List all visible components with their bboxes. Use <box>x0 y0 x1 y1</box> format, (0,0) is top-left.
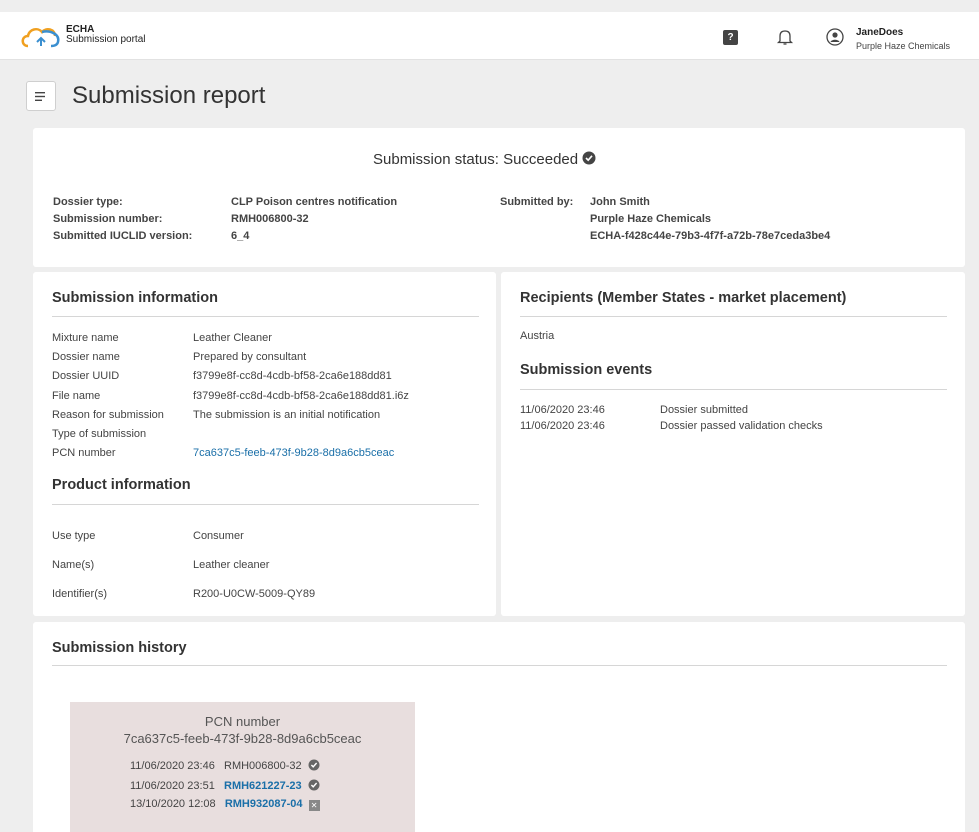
x-box-icon: ✕ <box>308 800 320 811</box>
product-value: Leather cleaner <box>193 559 270 571</box>
user-name[interactable]: JaneDoes <box>856 27 903 38</box>
iuclid-version-value: 6_4 <box>231 230 250 242</box>
product-info-labels: Use type Name(s) Identifier(s) <box>52 522 107 609</box>
top-bar: ECHA Submission portal ? JaneDoes Purple… <box>0 12 979 60</box>
help-icon[interactable]: ? <box>723 30 738 45</box>
status-left-labels: Dossier type: Submission number: Submitt… <box>53 194 192 245</box>
info-value: f3799e8f-cc8d-4cdb-bf58-2ca6e188dd81.i6z <box>193 389 409 402</box>
submitter-uuid: ECHA-f428c44e-79b3-4f7f-a72b-78e7ceda3be… <box>590 230 831 242</box>
product-label: Name(s) <box>52 559 95 571</box>
side-menu-button[interactable] <box>26 81 56 111</box>
submission-number-value: RMH006800-32 <box>231 213 309 225</box>
divider <box>52 504 479 505</box>
product-label: Use type <box>52 530 96 542</box>
status-left-values: CLP Poison centres notification RMH00680… <box>231 194 397 245</box>
info-label: Dossier name <box>52 351 120 364</box>
info-value: Leather Cleaner <box>193 332 272 344</box>
pcn-value: 7ca637c5-feeb-473f-9b28-8d9a6cb5ceac <box>123 731 362 746</box>
info-label: PCN number <box>52 447 116 460</box>
submission-number-label: Submission number: <box>53 213 163 225</box>
submitted-by-label: Submitted by: <box>500 196 574 208</box>
recipients-title: Recipients (Member States - market place… <box>520 290 847 306</box>
submission-info-values: Leather Cleaner Prepared by consultant f… <box>193 329 409 463</box>
bell-icon[interactable] <box>776 28 794 46</box>
submission-events-title: Submission events <box>520 362 653 378</box>
divider <box>520 389 947 390</box>
divider <box>52 316 479 317</box>
event-dates: 11/06/2020 23:46 11/06/2020 23:46 <box>520 403 605 434</box>
submitted-by-values: John Smith Purple Haze Chemicals ECHA-f4… <box>590 194 830 245</box>
status-label: Submission status: <box>373 151 499 168</box>
divider <box>52 665 947 666</box>
submission-history-card: Submission history PCN number 7ca637c5-f… <box>33 622 965 832</box>
brand-text[interactable]: ECHA Submission portal <box>66 25 145 45</box>
history-number-link[interactable]: RMH621227-23 <box>224 780 302 792</box>
info-value: Prepared by consultant <box>193 351 307 364</box>
info-label: Type of submission <box>52 428 147 441</box>
history-row: 11/06/2020 23:51 RMH621227-23 <box>130 779 320 792</box>
submission-history-title: Submission history <box>52 640 187 656</box>
info-label: Reason for submission <box>52 408 164 421</box>
event-date: 11/06/2020 23:46 <box>520 419 605 432</box>
submitter-name: John Smith <box>590 196 650 208</box>
pcn-history-box: PCN number 7ca637c5-feeb-473f-9b28-8d9a6… <box>70 702 415 832</box>
check-circle-icon <box>582 151 596 165</box>
recipients-card: Recipients (Member States - market place… <box>501 272 965 616</box>
event-descriptions: Dossier submitted Dossier passed validat… <box>660 403 823 434</box>
product-label: Identifier(s) <box>52 588 108 600</box>
pcn-number-link[interactable]: 7ca637c5-feeb-473f-9b28-8d9a6cb5ceac <box>193 444 409 463</box>
history-number-link[interactable]: RMH932087-04 <box>225 798 303 810</box>
product-value: Consumer <box>193 530 244 542</box>
user-organisation: Purple Haze Chemicals <box>856 41 951 51</box>
history-date: 11/06/2020 23:46 <box>130 760 215 772</box>
submission-status-card: Submission status: Succeeded Dossier typ… <box>33 128 965 267</box>
history-row: 11/06/2020 23:46 RMH006800-32 <box>130 759 320 772</box>
echa-logo-icon[interactable] <box>20 24 62 50</box>
submission-status: Submission status: Succeeded <box>373 151 596 168</box>
product-info-values: Consumer Leather cleaner R200-U0CW-5009-… <box>193 522 315 609</box>
avatar-icon[interactable] <box>826 28 844 46</box>
submission-information-card: Submission information Mixture name Doss… <box>33 272 496 616</box>
info-label: Mixture name <box>52 332 119 344</box>
dossier-type-label: Dossier type: <box>53 196 123 208</box>
recipient-item: Austria <box>520 330 555 342</box>
check-circle-icon <box>308 779 320 791</box>
pcn-label: PCN number <box>204 714 281 729</box>
submission-information-title: Submission information <box>52 290 218 306</box>
menu-icon <box>35 92 45 101</box>
brand-line2: Submission portal <box>66 34 146 45</box>
info-value: f3799e8f-cc8d-4cdb-bf58-2ca6e188dd81 <box>193 370 392 383</box>
product-value: R200-U0CW-5009-QY89 <box>193 588 316 600</box>
info-label: File name <box>52 389 101 402</box>
page-title: Submission report <box>72 82 266 109</box>
info-value <box>193 425 409 444</box>
event-description: Dossier passed validation checks <box>660 419 823 432</box>
info-label: Dossier UUID <box>52 370 120 383</box>
check-circle-icon <box>308 759 320 771</box>
divider <box>520 316 947 317</box>
product-information-title: Product information <box>52 477 191 493</box>
event-description: Dossier submitted <box>660 404 749 416</box>
event-date: 11/06/2020 23:46 <box>520 404 605 416</box>
iuclid-version-label: Submitted IUCLID version: <box>53 230 193 242</box>
history-date: 11/06/2020 23:51 <box>130 780 215 792</box>
history-row: 13/10/2020 12:08 RMH932087-04 ✕ <box>130 798 320 811</box>
submission-info-labels: Mixture name Dossier name Dossier UUID F… <box>52 329 164 463</box>
history-date: 13/10/2020 12:08 <box>130 798 216 810</box>
info-value: The submission is an initial notificatio… <box>193 408 381 421</box>
dossier-type-value: CLP Poison centres notification <box>231 196 398 208</box>
submitter-organisation: Purple Haze Chemicals <box>590 213 712 225</box>
status-value: Succeeded <box>503 151 579 168</box>
history-number: RMH006800-32 <box>224 760 302 772</box>
